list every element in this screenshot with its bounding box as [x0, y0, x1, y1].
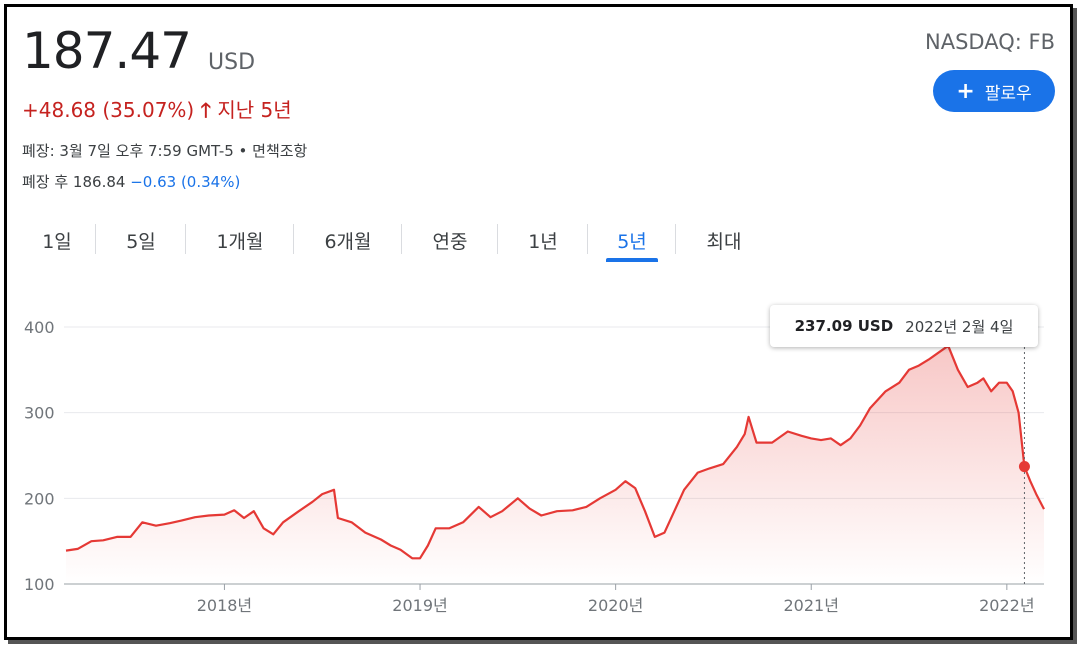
x-tick-label: 2020년: [588, 596, 643, 615]
chart-tooltip: 237.09 USD 2022년 2월 4일: [770, 305, 1038, 347]
x-tick-label: 2018년: [197, 596, 252, 615]
x-tick-label: 2021년: [784, 596, 839, 615]
y-tick-label: 200: [24, 489, 55, 508]
x-tick-label: 2022년: [979, 596, 1034, 615]
tooltip-date: 2022년 2월 4일: [905, 317, 1014, 336]
y-tick-label: 300: [24, 404, 55, 423]
hover-point: [1018, 461, 1030, 473]
price-area: [66, 345, 1044, 584]
y-tick-label: 100: [24, 575, 55, 594]
tooltip-value: 237.09 USD: [794, 317, 894, 335]
x-tick-label: 2019년: [392, 596, 447, 615]
y-tick-label: 400: [24, 318, 55, 337]
